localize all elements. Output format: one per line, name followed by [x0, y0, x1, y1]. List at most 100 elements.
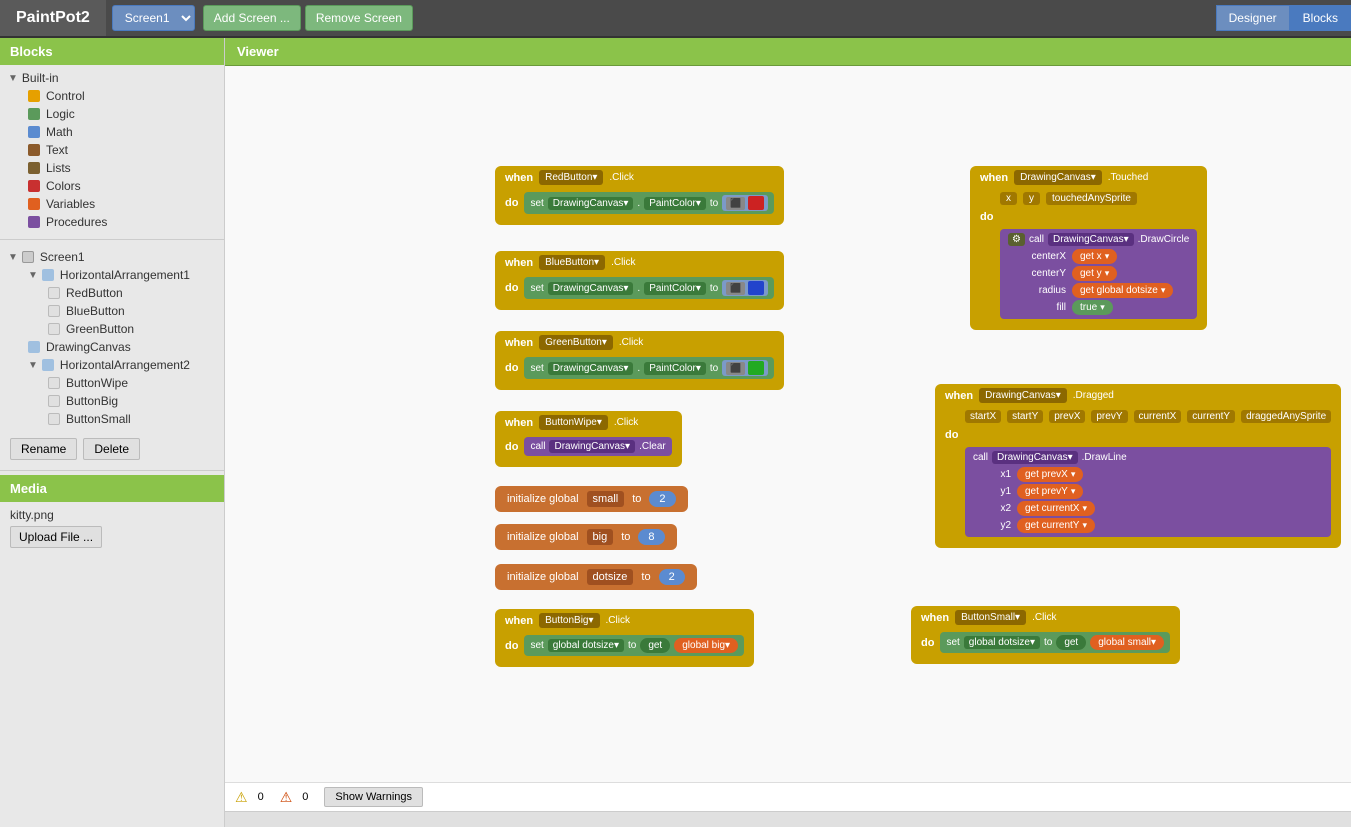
- procedures-label: Procedures: [46, 215, 107, 229]
- init-dotsize-block: initialize global dotsize to 2: [495, 564, 697, 590]
- text-label: Text: [46, 143, 68, 157]
- builtin-label: Built-in: [22, 71, 59, 85]
- call-drawingcanvas-clear: call DrawingCanvas▾ .Clear: [524, 437, 671, 456]
- warning-count1: 0: [258, 791, 264, 803]
- greenbutton-item[interactable]: GreenButton: [40, 320, 224, 338]
- show-warnings-button[interactable]: Show Warnings: [324, 787, 423, 807]
- blocks-section-header: Blocks: [0, 38, 224, 65]
- logic-color: [28, 108, 40, 120]
- buttonbig-item[interactable]: ButtonBig: [40, 392, 224, 410]
- sidebar-item-text[interactable]: Text: [20, 141, 224, 159]
- canvas-inner: when RedButton▾ .Click do set DrawingCan…: [225, 66, 1351, 782]
- true-label: true: [1080, 302, 1097, 313]
- ha2-expand: ▼: [28, 360, 38, 371]
- colors-label: Colors: [46, 179, 81, 193]
- block-bottom-small: [911, 656, 1180, 664]
- big-name: big: [587, 529, 614, 545]
- upload-button[interactable]: Upload File ...: [10, 526, 102, 548]
- screen1-expand-icon: ▼: [8, 252, 18, 263]
- when-label-small: when: [921, 612, 949, 624]
- horizontal-scrollbar[interactable]: [225, 811, 1351, 827]
- logic-label: Logic: [46, 107, 75, 121]
- starty-param: startY: [1007, 410, 1043, 423]
- redbutton-tag: RedButton▾: [539, 170, 603, 185]
- get-currentx-label: get currentX: [1025, 503, 1079, 514]
- set-dotsize-big: set global dotsize▾ to get global big▾: [524, 635, 744, 656]
- sidebar-item-variables[interactable]: Variables: [20, 195, 224, 213]
- drawingcanvas-label: DrawingCanvas: [46, 340, 131, 354]
- greenbutton-click-block: when GreenButton▾ .Click do set DrawingC…: [495, 331, 784, 390]
- sidebar-item-math[interactable]: Math: [20, 123, 224, 141]
- blocks-button[interactable]: Blocks: [1290, 5, 1351, 31]
- greenbutton-icon: [48, 323, 60, 335]
- init-label1: initialize global: [507, 493, 579, 505]
- centerY-label: centerY: [1016, 268, 1066, 279]
- call-drawline-block: call DrawingCanvas▾ .DrawLine x1 get pre…: [965, 447, 1331, 537]
- control-color: [28, 90, 40, 102]
- ha1-expand: ▼: [28, 270, 38, 281]
- screen1-toggle[interactable]: ▼ Screen1: [0, 248, 224, 266]
- sidebar-item-control[interactable]: Control: [20, 87, 224, 105]
- redbutton-item[interactable]: RedButton: [40, 284, 224, 302]
- builtin-toggle[interactable]: ▼ Built-in: [0, 69, 224, 87]
- delete-button[interactable]: Delete: [83, 438, 140, 460]
- viewer-header: Viewer: [225, 38, 1351, 66]
- prevy-param: prevY: [1091, 410, 1127, 423]
- screen1-children: ▼ HorizontalArrangement1 RedButton BlueB…: [0, 266, 224, 428]
- screen1-icon: [22, 251, 34, 263]
- get-prevy-label: get prevY: [1025, 486, 1068, 497]
- drawingcanvas-tag-dragged: DrawingCanvas▾: [979, 388, 1067, 403]
- to-label2: to: [621, 531, 630, 543]
- sidebar-item-logic[interactable]: Logic: [20, 105, 224, 123]
- lists-color: [28, 162, 40, 174]
- ha1-label: HorizontalArrangement1: [60, 268, 190, 282]
- to-label1: to: [632, 493, 641, 505]
- init-label2: initialize global: [507, 531, 579, 543]
- dotsize-value: 2: [659, 569, 685, 585]
- control-label: Control: [46, 89, 85, 103]
- when-label2: when: [505, 257, 533, 269]
- drawingcanvas-touched-block: when DrawingCanvas▾ .Touched x y touched…: [970, 166, 1207, 330]
- redbutton-click-block: when RedButton▾ .Click do set DrawingCan…: [495, 166, 784, 225]
- bluebutton-item[interactable]: BlueButton: [40, 302, 224, 320]
- get-dotsize-label: get global dotsize: [1080, 285, 1158, 296]
- centerX-label: centerX: [1016, 251, 1066, 262]
- add-screen-button[interactable]: Add Screen ...: [203, 5, 301, 31]
- buttonsmall-item[interactable]: ButtonSmall: [40, 410, 224, 428]
- dragged-label: .Dragged: [1073, 390, 1114, 401]
- ha1-toggle[interactable]: ▼ HorizontalArrangement1: [20, 266, 224, 284]
- viewer: Viewer when RedButt: [225, 38, 1351, 827]
- designer-button[interactable]: Designer: [1216, 5, 1290, 31]
- drawingcanvas-item[interactable]: DrawingCanvas: [20, 338, 224, 356]
- ha2-label: HorizontalArrangement2: [60, 358, 190, 372]
- screen-selector[interactable]: Screen1: [112, 5, 195, 31]
- builtin-section: ▼ Built-in Control Logic Math T: [0, 65, 224, 235]
- when-label-touched: when: [980, 172, 1008, 184]
- click-label4: .Click: [614, 417, 638, 428]
- x1-label: x1: [981, 469, 1011, 480]
- buttonwipe-item[interactable]: ButtonWipe: [40, 374, 224, 392]
- call-drawcircle-block: ⚙ call DrawingCanvas▾ .DrawCircle center…: [1000, 229, 1197, 319]
- click-label2: .Click: [611, 257, 635, 268]
- sidebar-item-colors[interactable]: Colors: [20, 177, 224, 195]
- rename-button[interactable]: Rename: [10, 438, 77, 460]
- set-drawingcanvas-paintcolor: set DrawingCanvas▾ . PaintColor▾ to ⬛: [524, 192, 774, 214]
- get-x-label: get x: [1080, 251, 1102, 262]
- buttonbig-label: ButtonBig: [66, 394, 118, 408]
- expand-icon: ▼: [8, 73, 18, 84]
- remove-screen-button[interactable]: Remove Screen: [305, 5, 413, 31]
- sidebar-item-procedures[interactable]: Procedures: [20, 213, 224, 231]
- viewer-canvas-area[interactable]: when RedButton▾ .Click do set DrawingCan…: [225, 66, 1351, 782]
- main: Blocks ▼ Built-in Control Logic Math: [0, 38, 1351, 827]
- sidebar-item-lists[interactable]: Lists: [20, 159, 224, 177]
- text-color: [28, 144, 40, 156]
- ha2-toggle[interactable]: ▼ HorizontalArrangement2: [20, 356, 224, 374]
- get-prevx-label: get prevX: [1025, 469, 1068, 480]
- do-label3: do: [505, 362, 518, 374]
- buttonbig-tag: ButtonBig▾: [539, 613, 599, 628]
- get-y-label: get y: [1080, 268, 1102, 279]
- greenbutton-tag: GreenButton▾: [539, 335, 613, 350]
- y1-label: y1: [981, 486, 1011, 497]
- right-btns: Designer Blocks: [1216, 5, 1351, 31]
- buttonwipe-icon: [48, 377, 60, 389]
